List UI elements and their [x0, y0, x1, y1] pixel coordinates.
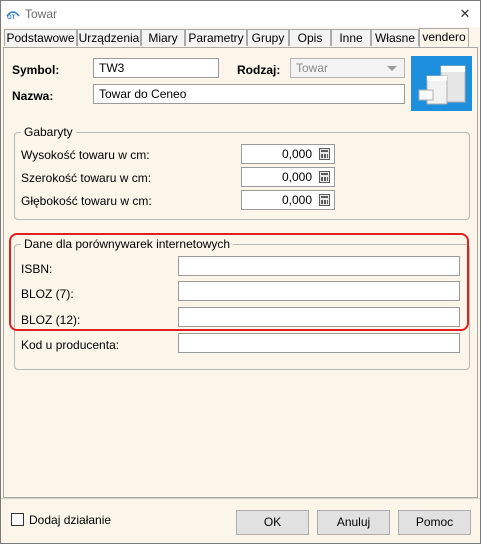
close-icon[interactable]: ✕	[453, 3, 477, 25]
width-value: 0,000	[281, 170, 312, 184]
product-boxes-icon	[418, 65, 466, 105]
svg-text:GT: GT	[7, 15, 16, 20]
tab-podstawowe[interactable]: Podstawowe	[4, 29, 77, 46]
chevron-down-icon	[387, 66, 397, 71]
product-dialog: GT Towar ✕ Podstawowe Urządzenia Miary P…	[0, 0, 481, 544]
height-label: Wysokość towaru w cm:	[21, 148, 150, 162]
calculator-icon[interactable]	[319, 194, 330, 206]
app-logo-icon: GT	[6, 11, 20, 20]
ok-button[interactable]: OK	[236, 510, 309, 535]
window-title: Towar	[25, 7, 58, 21]
tab-vendero[interactable]: vendero	[419, 28, 469, 47]
depth-value: 0,000	[281, 193, 312, 207]
tab-parametry[interactable]: Parametry	[185, 29, 247, 46]
title-bar: GT Towar ✕	[1, 1, 480, 27]
width-label: Szerokość towaru w cm:	[21, 171, 152, 185]
rodzaj-label: Rodzaj:	[237, 63, 281, 77]
nazwa-label: Nazwa:	[12, 89, 54, 103]
cancel-button[interactable]: Anuluj	[317, 510, 390, 535]
kod-producenta-field[interactable]	[178, 333, 460, 353]
depth-field[interactable]: 0,000	[241, 190, 335, 210]
tab-miary[interactable]: Miary	[141, 29, 185, 46]
tab-opis[interactable]: Opis	[289, 29, 331, 46]
highlight-annotation	[9, 233, 469, 331]
dodaj-dzialanie-checkbox[interactable]	[11, 513, 24, 526]
rodzaj-select-value: Towar	[296, 61, 329, 75]
depth-label: Głębokość towaru w cm:	[21, 194, 152, 208]
footer-divider	[1, 498, 480, 499]
nazwa-field[interactable]: Towar do Ceneo	[93, 84, 405, 104]
calculator-icon[interactable]	[319, 148, 330, 160]
dodaj-dzialanie-label: Dodaj działanie	[29, 513, 112, 527]
calculator-icon[interactable]	[319, 171, 330, 183]
help-button[interactable]: Pomoc	[398, 510, 471, 535]
height-value: 0,000	[281, 147, 312, 161]
tab-urzadzenia[interactable]: Urządzenia	[77, 29, 141, 46]
width-field[interactable]: 0,000	[241, 167, 335, 187]
rodzaj-select[interactable]: Towar	[290, 58, 405, 78]
tab-wlasne[interactable]: Własne	[371, 29, 419, 46]
symbol-label: Symbol:	[12, 63, 60, 77]
product-image	[411, 56, 472, 111]
height-field[interactable]: 0,000	[241, 144, 335, 164]
gabaryty-legend: Gabaryty	[24, 125, 73, 139]
tab-grupy[interactable]: Grupy	[247, 29, 289, 46]
kod-producenta-label: Kod u producenta:	[21, 338, 120, 352]
symbol-field[interactable]: TW3	[93, 58, 219, 78]
tab-inne[interactable]: Inne	[331, 29, 371, 46]
